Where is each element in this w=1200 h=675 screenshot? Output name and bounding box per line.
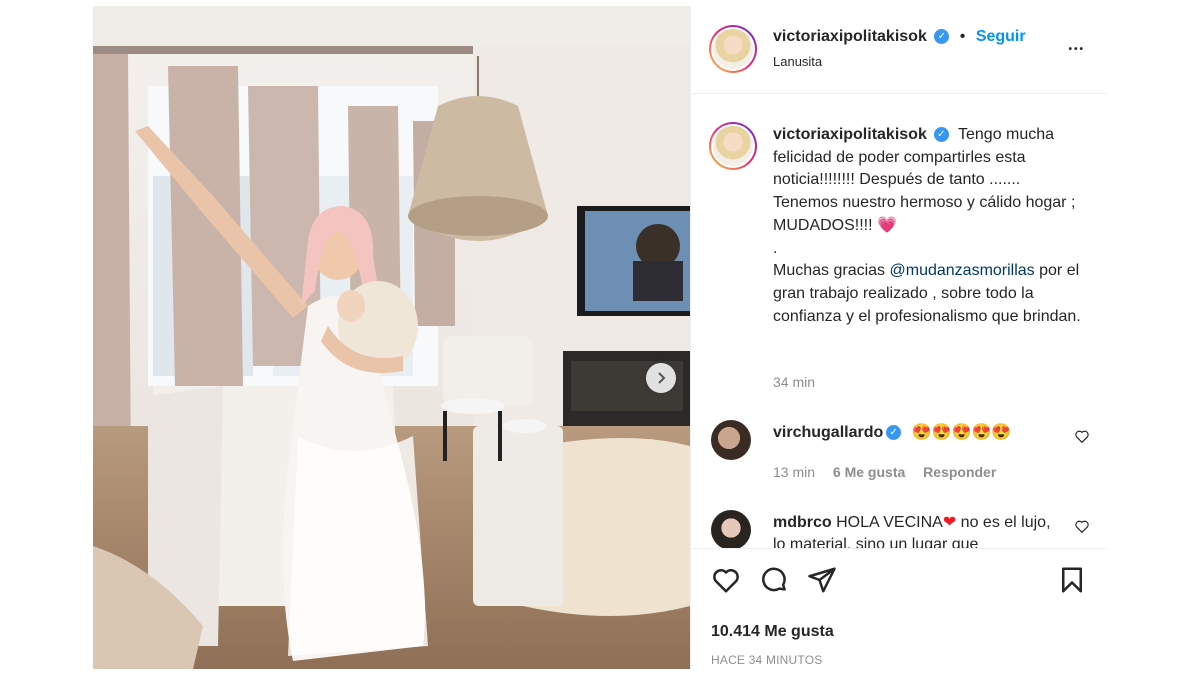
comment-icon[interactable]: [759, 565, 789, 595]
post-photo[interactable]: [93, 6, 690, 669]
share-icon[interactable]: [807, 565, 837, 595]
comment-body: HOLA VECINA: [836, 514, 943, 531]
comment-text: virchugallardo ✓ 😍😍😍😍😍: [773, 422, 1053, 444]
bookmark-icon[interactable]: [1057, 565, 1087, 595]
commenter-avatar[interactable]: [711, 510, 751, 548]
pink-heart-emoji: 💗: [877, 216, 897, 234]
verified-icon: ✓: [934, 29, 950, 45]
comment-likes[interactable]: 6 Me gusta: [833, 464, 905, 480]
comment-meta: 13 min 6 Me gusta Responder: [773, 464, 1010, 480]
comment-heart-icon[interactable]: [1075, 520, 1089, 537]
comment-heart-icon[interactable]: [1075, 430, 1089, 447]
separator-dot: •: [959, 28, 966, 45]
more-icon[interactable]: •••: [1068, 44, 1085, 55]
likes-count[interactable]: 10.414 Me gusta: [711, 623, 834, 641]
post-header: victoriaxipolitakisok ✓ • Seguir Lanusit…: [691, 6, 1107, 94]
post-caption: victoriaxipolitakisok ✓ Tengo mucha felic…: [773, 124, 1087, 328]
author-username[interactable]: victoriaxipolitakisok: [773, 28, 927, 45]
caption-author-avatar[interactable]: [709, 122, 757, 170]
post-location[interactable]: Lanusita: [773, 54, 822, 69]
post-timestamp[interactable]: HACE 34 MINUTOS: [711, 653, 822, 667]
caption-username[interactable]: victoriaxipolitakisok: [773, 126, 927, 143]
caption-time[interactable]: 34 min: [773, 374, 815, 390]
red-heart-emoji: ❤: [942, 514, 957, 531]
heart-icon[interactable]: [711, 565, 741, 595]
commenter-avatar[interactable]: [711, 420, 751, 460]
author-avatar[interactable]: [709, 25, 757, 73]
post-actions: 10.414 Me gusta HACE 34 MINUTOS: [691, 548, 1107, 669]
mention-link[interactable]: @mudanzasmorillas: [890, 262, 1035, 279]
commenter-username[interactable]: mdbrco: [773, 514, 832, 531]
follow-button[interactable]: Seguir: [976, 28, 1026, 45]
comment-text: mdbrco HOLA VECINA❤ no es el lujo, lo ma…: [773, 512, 1053, 548]
commenter-username[interactable]: virchugallardo: [773, 424, 883, 441]
photo-illustration: [93, 6, 690, 669]
caption-thanks: Muchas gracias: [773, 262, 890, 280]
comments-section[interactable]: victoriaxipolitakisok ✓ Tengo mucha felic…: [691, 94, 1107, 548]
verified-icon: ✓: [886, 425, 902, 441]
post-side-panel: victoriaxipolitakisok ✓ • Seguir Lanusit…: [690, 6, 1107, 669]
chevron-right-icon[interactable]: [646, 363, 676, 393]
comment-time[interactable]: 13 min: [773, 464, 815, 480]
instagram-post: victoriaxipolitakisok ✓ • Seguir Lanusit…: [93, 6, 1107, 669]
comment-body: 😍😍😍😍😍: [911, 424, 1012, 441]
verified-icon: ✓: [933, 127, 949, 143]
reply-button[interactable]: Responder: [923, 464, 996, 480]
caption-period: .: [773, 239, 778, 257]
